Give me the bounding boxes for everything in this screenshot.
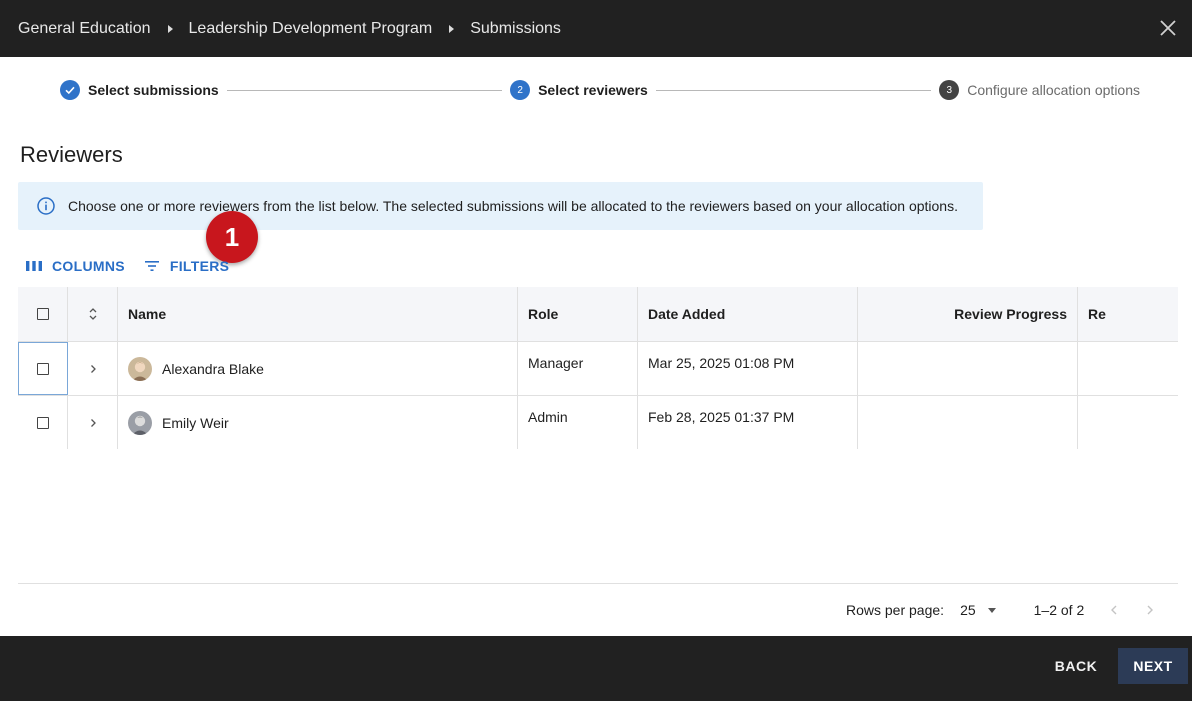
step-select-submissions[interactable]: Select submissions [60,80,219,100]
next-button[interactable]: NEXT [1118,648,1188,684]
avatar [128,410,152,435]
column-header-truncated[interactable]: Re [1078,287,1178,341]
filter-icon [144,261,159,271]
avatar [128,356,152,381]
date-added-cell: Feb 28, 2025 01:37 PM [638,396,858,449]
rows-per-page-value: 25 [960,602,976,618]
columns-icon [26,261,42,271]
step-badge: 1 [206,211,258,263]
breadcrumb-item-program[interactable]: Leadership Development Program [189,20,433,38]
page-range: 1–2 of 2 [1033,602,1085,618]
name-cell: Emily Weir [118,396,518,449]
rows-per-page-select[interactable]: 25 [960,602,996,618]
step-connector [226,89,503,91]
table-footer-divider [18,583,1178,584]
step-connector [655,89,932,91]
columns-button[interactable]: COLUMNS [25,258,125,274]
step-number: 3 [939,80,960,100]
select-all-checkbox[interactable] [36,308,49,320]
breadcrumb-separator-icon [449,24,455,33]
step-configure-allocation[interactable]: 3 Configure allocation options [939,80,1140,100]
back-button[interactable]: BACK [1042,648,1110,684]
caret-down-icon [987,607,996,613]
pagination: Rows per page: 25 1–2 of 2 [846,600,1156,620]
row-checkbox[interactable] [36,416,49,429]
step-number: 2 [510,80,531,100]
column-header-review-progress[interactable]: Review Progress [858,287,1078,341]
row-checkbox[interactable] [36,362,49,375]
role-cell: Admin [518,396,638,449]
breadcrumb-item-submissions[interactable]: Submissions [470,20,561,38]
column-header-role[interactable]: Role [518,287,638,341]
next-page-icon[interactable] [1144,600,1156,620]
prev-page-icon[interactable] [1108,600,1120,620]
review-progress-cell [858,396,1078,449]
select-all-cell [18,287,68,341]
column-header-date-added[interactable]: Date Added [638,287,858,341]
close-button[interactable] [1156,16,1180,40]
page-title: Reviewers [20,142,123,167]
filters-label: FILTERS [169,258,230,274]
truncated-cell [1078,396,1178,449]
row-select-cell [18,342,68,395]
breadcrumb: General Education Leadership Development… [0,20,561,38]
reviewer-name: Emily Weir [162,414,229,431]
reviewer-name: Alexandra Blake [162,360,264,377]
info-banner: Choose one or more reviewers from the li… [18,182,983,230]
top-bar: General Education Leadership Development… [0,0,1192,57]
sort-chevrons-icon [89,308,96,320]
step-label: Configure allocation options [967,82,1140,98]
column-header-name[interactable]: Name [118,287,518,341]
info-text: Choose one or more reviewers from the li… [68,198,958,214]
table-header-row: Name Role Date Added Review Progress Re [18,287,1178,342]
step-select-reviewers[interactable]: 2 Select reviewers [510,80,648,100]
stepper: Select submissions 2 Select reviewers 3 … [60,79,1140,101]
chevron-right-icon [90,418,96,427]
rows-per-page-label: Rows per page: [846,602,945,618]
breadcrumb-item-general-education[interactable]: General Education [18,20,151,38]
step-label: Select reviewers [538,82,648,98]
chevron-right-icon [90,364,96,373]
name-cell: Alexandra Blake [118,342,518,395]
truncated-cell [1078,342,1178,395]
row-expand-cell[interactable] [68,396,118,449]
check-icon [60,80,80,100]
review-progress-cell [858,342,1078,395]
row-select-cell [18,396,68,449]
action-bar [0,636,1192,701]
close-icon [1160,20,1176,36]
reviewers-table: Name Role Date Added Review Progress Re [18,287,1178,449]
step-label: Select submissions [88,82,219,98]
breadcrumb-separator-icon [167,24,173,33]
date-added-cell: Mar 25, 2025 01:08 PM [638,342,858,395]
grid-toolbar: COLUMNS FILTERS [25,258,247,274]
row-expand-cell[interactable] [68,342,118,395]
table-row[interactable]: Alexandra Blake Manager Mar 25, 2025 01:… [18,342,1178,396]
filters-button[interactable]: FILTERS [143,258,229,274]
columns-label: COLUMNS [52,258,125,274]
info-icon [37,197,55,215]
expand-all-cell[interactable] [68,287,118,341]
role-cell: Manager [518,342,638,395]
table-row[interactable]: Emily Weir Admin Feb 28, 2025 01:37 PM [18,396,1178,449]
